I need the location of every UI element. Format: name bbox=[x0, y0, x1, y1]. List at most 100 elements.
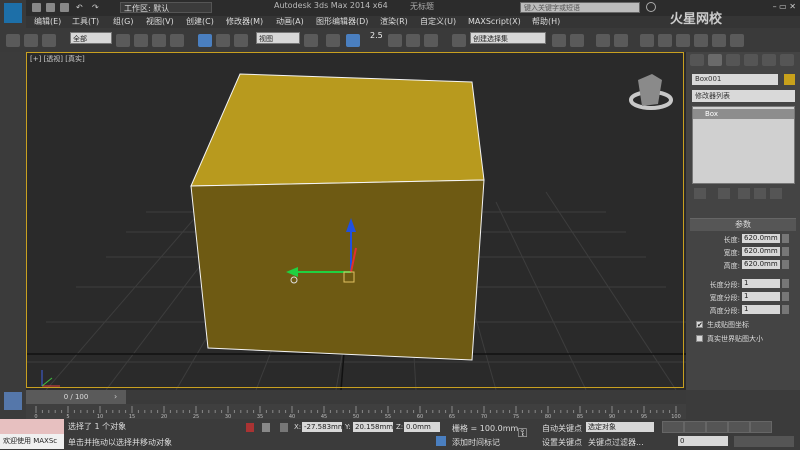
hierarchy-tab-icon[interactable] bbox=[726, 54, 740, 66]
key-icon[interactable]: ⚿ bbox=[518, 427, 536, 439]
search-icon[interactable] bbox=[646, 2, 656, 12]
bind-space-warp-icon[interactable] bbox=[42, 34, 56, 47]
maxscript-welcome[interactable]: 欢迎使用 MAXSc bbox=[0, 434, 64, 449]
height-field[interactable]: 620.0mm bbox=[742, 260, 780, 269]
goto-start-icon[interactable] bbox=[662, 421, 684, 433]
reference-coordinate-dropdown[interactable]: 视图 bbox=[256, 32, 300, 44]
key-target-dropdown[interactable]: 选定对象 bbox=[586, 422, 654, 432]
redo-icon[interactable]: ↷ bbox=[92, 3, 101, 12]
set-key-button[interactable]: 设置关键点 bbox=[542, 437, 582, 448]
angle-snap-icon[interactable] bbox=[388, 34, 402, 47]
add-time-tag[interactable]: 添加时间标记 bbox=[452, 437, 500, 448]
z-coordinate-field[interactable]: 0.0mm bbox=[404, 422, 440, 432]
play-icon[interactable] bbox=[706, 421, 728, 433]
parameters-rollout-header[interactable]: 参数 bbox=[690, 218, 796, 231]
maxscript-mini-listener[interactable] bbox=[0, 419, 64, 434]
auto-key-button[interactable]: 自动关键点 bbox=[542, 423, 582, 434]
open-file-icon[interactable] bbox=[46, 3, 55, 12]
graphite-toolbar-icon[interactable] bbox=[614, 34, 628, 47]
viewport-canvas[interactable] bbox=[26, 52, 686, 390]
length-spinner[interactable] bbox=[782, 234, 789, 243]
pin-stack-icon[interactable] bbox=[694, 188, 706, 199]
undo-icon[interactable]: ↶ bbox=[76, 3, 85, 12]
menu-tools[interactable]: 工具(T) bbox=[72, 16, 99, 28]
key-filters-button[interactable]: 关键点过滤器... bbox=[588, 437, 644, 448]
current-frame-field[interactable]: 0 bbox=[678, 436, 728, 446]
select-and-move-icon[interactable] bbox=[198, 34, 212, 47]
new-file-icon[interactable] bbox=[32, 3, 41, 12]
menu-group[interactable]: 组(G) bbox=[113, 16, 133, 28]
menu-views[interactable]: 视图(V) bbox=[146, 16, 174, 28]
rectangle-selection-icon[interactable] bbox=[152, 34, 166, 47]
workspace-dropdown[interactable]: 工作区: 默认 bbox=[120, 2, 212, 13]
stack-item-box[interactable]: Box bbox=[693, 109, 794, 119]
make-unique-icon[interactable] bbox=[738, 188, 750, 199]
spinner-snap-icon[interactable] bbox=[424, 34, 438, 47]
menu-create[interactable]: 创建(C) bbox=[186, 16, 214, 28]
next-frame-icon[interactable] bbox=[728, 421, 750, 433]
menu-modifiers[interactable]: 修改器(M) bbox=[226, 16, 263, 28]
window-crossing-icon[interactable] bbox=[170, 34, 184, 47]
modifier-list-dropdown[interactable]: 修改器列表 bbox=[692, 90, 795, 102]
rendered-frame-window-icon[interactable] bbox=[712, 34, 726, 47]
remove-modifier-icon[interactable] bbox=[754, 188, 766, 199]
viewport-label[interactable]: [+] [透视] [真实] bbox=[30, 54, 85, 64]
object-name-field[interactable]: Box001 bbox=[692, 74, 778, 85]
window-controls[interactable]: – ▭ ✕ bbox=[760, 0, 800, 14]
align-icon[interactable] bbox=[570, 34, 584, 47]
object-color-swatch[interactable] bbox=[784, 74, 795, 85]
y-coordinate-field[interactable]: 20.158mm bbox=[353, 422, 393, 432]
layer-manager-icon[interactable] bbox=[596, 34, 610, 47]
absolute-mode-icon[interactable] bbox=[280, 423, 288, 432]
box-top-face[interactable] bbox=[190, 73, 485, 187]
selection-filter-dropdown[interactable]: 全部 bbox=[70, 32, 112, 44]
select-by-name-icon[interactable] bbox=[134, 34, 148, 47]
mirror-icon[interactable] bbox=[552, 34, 566, 47]
viewcube-icon[interactable] bbox=[629, 74, 673, 110]
width-field[interactable]: 620.0mm bbox=[742, 247, 780, 256]
height-segs-field[interactable]: 1 bbox=[742, 305, 780, 314]
curve-editor-icon[interactable] bbox=[640, 34, 654, 47]
named-selection-dropdown[interactable]: 创建选择集 bbox=[470, 32, 546, 44]
length-segs-field[interactable]: 1 bbox=[742, 279, 780, 288]
percent-snap-icon[interactable] bbox=[406, 34, 420, 47]
pivot-center-icon[interactable] bbox=[304, 34, 318, 47]
height-spinner[interactable] bbox=[782, 260, 789, 269]
menu-maxscript[interactable]: MAXScript(X) bbox=[468, 16, 521, 28]
width-segs-spinner[interactable] bbox=[782, 292, 789, 301]
goto-end-icon[interactable] bbox=[750, 421, 772, 433]
motion-tab-icon[interactable] bbox=[744, 54, 758, 66]
viewport-layout-icon[interactable] bbox=[4, 392, 22, 410]
render-production-icon[interactable] bbox=[730, 34, 744, 47]
select-link-icon[interactable] bbox=[6, 34, 20, 47]
select-and-scale-icon[interactable] bbox=[234, 34, 248, 47]
utilities-tab-icon[interactable] bbox=[780, 54, 794, 66]
prev-frame-icon[interactable] bbox=[684, 421, 706, 433]
select-manipulate-icon[interactable] bbox=[326, 34, 340, 47]
time-slider[interactable]: 0 / 100 bbox=[26, 390, 126, 404]
track-bar[interactable]: 0 5 10 15 20 25 30 35 40 45 50 55 60 65 70 75 80 85 90 95 10… bbox=[26, 404, 686, 419]
viewport-nav-controls[interactable] bbox=[734, 436, 794, 447]
length-segs-spinner[interactable] bbox=[782, 279, 789, 288]
show-end-result-icon[interactable] bbox=[718, 188, 730, 199]
unlink-icon[interactable] bbox=[24, 34, 38, 47]
modify-tab-icon[interactable] bbox=[708, 54, 722, 66]
configure-modifier-sets-icon[interactable] bbox=[770, 188, 782, 199]
menu-rendering[interactable]: 渲染(R) bbox=[380, 16, 408, 28]
create-tab-icon[interactable] bbox=[690, 54, 704, 66]
time-tag-icon[interactable] bbox=[436, 436, 446, 446]
menu-help[interactable]: 帮助(H) bbox=[532, 16, 560, 28]
menu-animation[interactable]: 动画(A) bbox=[276, 16, 304, 28]
isolate-selection-icon[interactable] bbox=[246, 423, 254, 432]
gen-mapping-checkbox[interactable]: ✔ bbox=[696, 321, 703, 329]
real-world-map-checkbox[interactable] bbox=[696, 335, 703, 342]
length-field[interactable]: 620.0mm bbox=[742, 234, 780, 243]
display-tab-icon[interactable] bbox=[762, 54, 776, 66]
select-object-icon[interactable] bbox=[116, 34, 130, 47]
keyboard-shortcut-override-icon[interactable] bbox=[346, 34, 360, 47]
render-setup-icon[interactable] bbox=[694, 34, 708, 47]
application-button[interactable] bbox=[0, 0, 26, 28]
edit-named-selection-icon[interactable] bbox=[452, 34, 466, 47]
time-slider-label[interactable]: 0 / 100 bbox=[26, 390, 126, 404]
selection-lock-icon[interactable] bbox=[262, 423, 270, 432]
